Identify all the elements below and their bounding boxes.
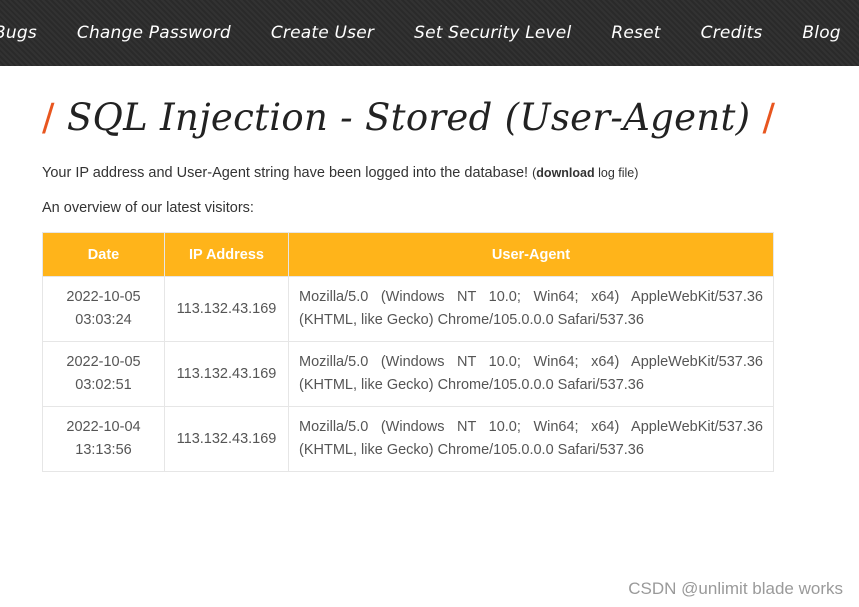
log-file-text: log file) bbox=[594, 166, 639, 180]
cell-date-time: 03:03:24 bbox=[75, 312, 132, 328]
table-row: 2022-10-05 03:03:24 113.132.43.169 Mozil… bbox=[42, 276, 774, 342]
table-header-row: Date IP Address User-Agent bbox=[42, 232, 774, 277]
top-menu-bar: Bugs Change Password Create User Set Sec… bbox=[0, 0, 859, 66]
page: Bugs Change Password Create User Set Sec… bbox=[0, 0, 859, 607]
cell-date-day: 2022-10-05 bbox=[66, 354, 141, 370]
page-title: / SQL Injection - Stored (User-Agent) / bbox=[42, 96, 775, 139]
cell-user-agent: Mozilla/5.0 (Windows NT 10.0; Win64; x64… bbox=[288, 276, 774, 342]
cell-date-time: 03:02:51 bbox=[75, 377, 132, 393]
menu-item-set-security-level[interactable]: Set Security Level bbox=[414, 23, 571, 43]
logged-message-text: Your IP address and User-Agent string ha… bbox=[42, 165, 533, 181]
cell-date-day: 2022-10-05 bbox=[66, 289, 141, 305]
csdn-watermark: CSDN @unlimit blade works bbox=[628, 579, 843, 598]
cell-user-agent: Mozilla/5.0 (Windows NT 10.0; Win64; x64… bbox=[288, 341, 774, 407]
menu-item-blog[interactable]: Blog bbox=[802, 23, 840, 43]
cell-date-day: 2022-10-04 bbox=[66, 419, 141, 435]
cell-date: 2022-10-05 03:02:51 bbox=[42, 341, 165, 407]
column-header-user-agent: User-Agent bbox=[288, 232, 774, 277]
logged-message: Your IP address and User-Agent string ha… bbox=[42, 165, 638, 181]
menu-list: Bugs Change Password Create User Set Sec… bbox=[0, 0, 859, 66]
title-slash-left: / bbox=[42, 96, 55, 139]
column-header-date: Date bbox=[42, 232, 165, 277]
cell-date: 2022-10-05 03:03:24 bbox=[42, 276, 165, 342]
cell-ip: 113.132.43.169 bbox=[164, 406, 289, 472]
cell-ip: 113.132.43.169 bbox=[164, 341, 289, 407]
download-link[interactable]: download bbox=[536, 166, 594, 180]
overview-text: An overview of our latest visitors: bbox=[42, 200, 254, 216]
column-header-ip-address: IP Address bbox=[164, 232, 289, 277]
menu-item-bugs[interactable]: Bugs bbox=[0, 23, 37, 43]
table-row: 2022-10-04 13:13:56 113.132.43.169 Mozil… bbox=[42, 406, 774, 472]
menu-item-create-user[interactable]: Create User bbox=[271, 23, 374, 43]
visitors-table: Date IP Address User-Agent 2022-10-05 03… bbox=[42, 232, 774, 472]
table-row: 2022-10-05 03:02:51 113.132.43.169 Mozil… bbox=[42, 341, 774, 407]
cell-date: 2022-10-04 13:13:56 bbox=[42, 406, 165, 472]
page-title-text: SQL Injection - Stored (User-Agent) bbox=[66, 96, 751, 139]
menu-item-reset[interactable]: Reset bbox=[611, 23, 660, 43]
menu-item-change-password[interactable]: Change Password bbox=[77, 23, 231, 43]
cell-ip: 113.132.43.169 bbox=[164, 276, 289, 342]
title-slash-right: / bbox=[762, 96, 776, 139]
cell-date-time: 13:13:56 bbox=[75, 442, 132, 458]
cell-user-agent: Mozilla/5.0 (Windows NT 10.0; Win64; x64… bbox=[288, 406, 774, 472]
menu-item-credits[interactable]: Credits bbox=[701, 23, 763, 43]
